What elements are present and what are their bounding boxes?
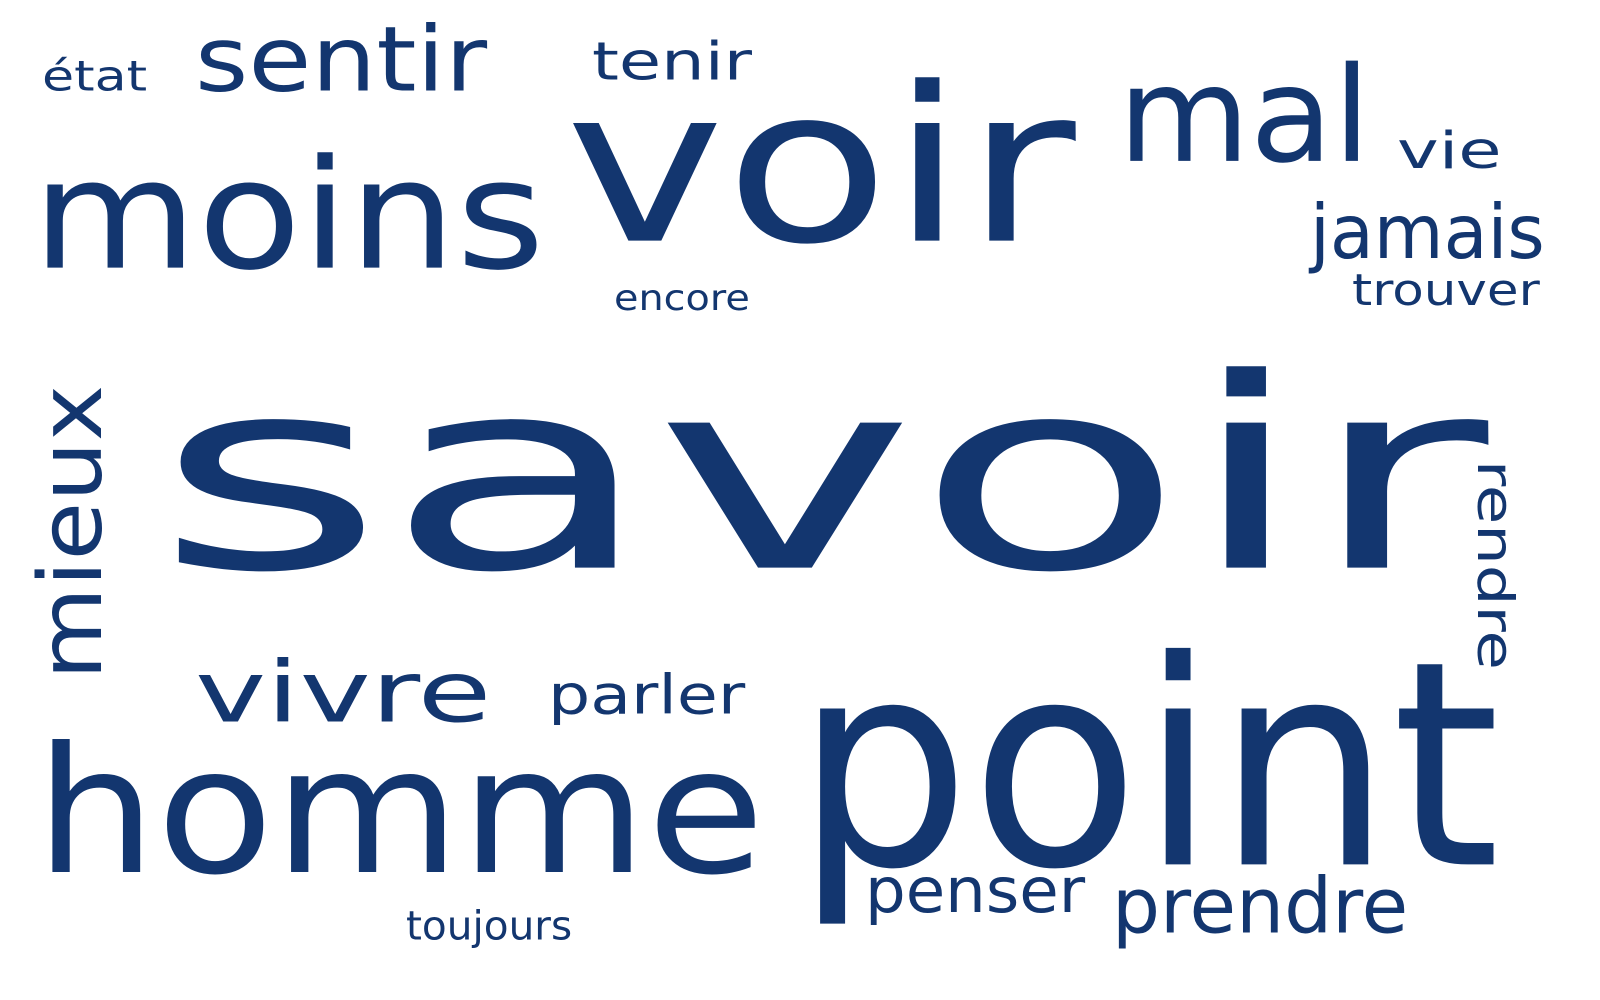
word-trouver: trouver xyxy=(1352,264,1540,316)
word-moins: moins xyxy=(32,126,545,305)
word-savoir: savoir xyxy=(155,321,1489,632)
word-rendre: rendre xyxy=(1466,460,1525,670)
word-etat: état xyxy=(42,51,148,101)
word-penser: penser xyxy=(865,854,1086,927)
word-toujours: toujours xyxy=(406,902,573,950)
word-parler: parler xyxy=(548,663,746,727)
word-tenir: tenir xyxy=(592,30,753,93)
word-vie: vie xyxy=(1397,120,1502,181)
word-voir: voir xyxy=(565,40,1076,293)
word-cloud: savoir point voir homme moins mal mieux … xyxy=(0,0,1600,1000)
word-homme: homme xyxy=(35,709,765,914)
word-mieux: mieux xyxy=(20,384,122,680)
word-jamais: jamais xyxy=(1310,188,1545,276)
word-encore: encore xyxy=(614,276,750,319)
word-mal: mal xyxy=(1118,38,1371,193)
word-prendre: prendre xyxy=(1112,861,1409,952)
word-vivre: vivre xyxy=(195,642,492,742)
word-sentir: sentir xyxy=(195,6,488,113)
